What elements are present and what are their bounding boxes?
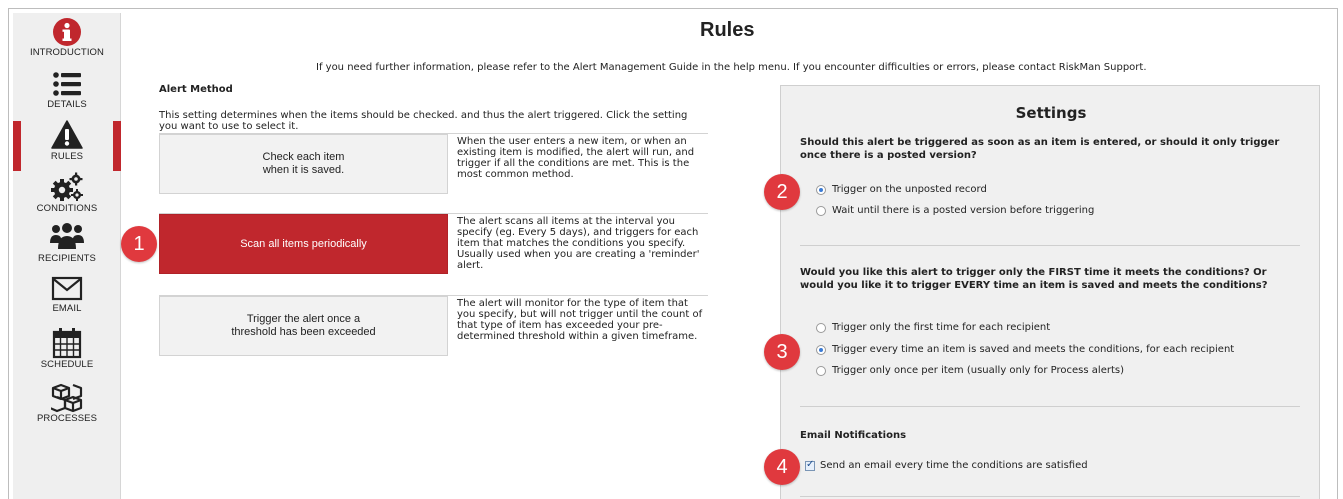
sidebar-item-label: RULES (50, 151, 84, 162)
sidebar-item-conditions[interactable]: CONDITIONS (13, 171, 121, 214)
cubes-icon (51, 383, 83, 413)
callout-badge-3: 3 (764, 334, 800, 370)
settings-title: Settings (1015, 104, 1087, 122)
radio-button[interactable] (816, 184, 826, 195)
option-description: The alert will monitor for the type of i… (457, 298, 703, 342)
help-info-text: If you need further information, please … (316, 62, 1147, 73)
sidebar-item-label: EMAIL (52, 303, 82, 314)
sidebar-item-label: RECIPIENTS (37, 253, 96, 264)
email-checkbox[interactable] (805, 459, 815, 471)
radio-label: Trigger only once per item (usually only… (832, 365, 1124, 376)
radio-label: Trigger every time an item is saved and … (832, 344, 1235, 355)
people-icon (50, 223, 84, 249)
option-label-line2: threshold has been exceeded (231, 326, 376, 338)
option-description: When the user enters a new item, or when… (457, 136, 695, 180)
radio-label: Wait until there is a posted version bef… (832, 205, 1095, 216)
callout-badge-1: 1 (121, 226, 157, 262)
alert-method-description: This setting determines when the items s… (159, 110, 688, 132)
option-label-line1: Check each item (262, 151, 345, 163)
radio-button[interactable] (816, 344, 826, 355)
settings-divider (800, 496, 1300, 497)
page-title: Rules (700, 19, 755, 41)
email-notifications-heading: Email Notifications (800, 430, 907, 441)
alert-method-option-scan-periodically: Scan all items periodically The alert sc… (159, 213, 708, 274)
option-description: The alert scans all items at the interva… (457, 216, 700, 271)
trigger-timing-question: Should this alert be triggered as soon a… (800, 137, 1280, 161)
trigger-threshold-button[interactable]: Trigger the alert once a threshold has b… (159, 296, 448, 356)
sidebar-item-rules[interactable]: RULES (13, 119, 121, 162)
trigger-frequency-question: Would you like this alert to trigger onl… (800, 267, 1268, 291)
sidebar: INTRODUCTION DETAILS RULES CONDITIONS RE… (13, 13, 121, 499)
settings-divider (800, 406, 1300, 407)
option-label-line2: when it is saved. (262, 164, 345, 176)
callout-badge-2: 2 (764, 174, 800, 210)
checkbox-label: Send an email every time the conditions … (820, 460, 1088, 471)
radio-button[interactable] (816, 365, 826, 376)
info-icon (53, 18, 81, 46)
settings-divider (800, 245, 1300, 246)
radio-label: Trigger on the unposted record (832, 184, 987, 195)
callout-badge-4: 4 (764, 449, 800, 485)
list-icon (53, 72, 81, 96)
sidebar-item-label: CONDITIONS (36, 203, 98, 214)
sidebar-item-processes[interactable]: PROCESSES (13, 383, 121, 424)
radio-first-time[interactable]: Trigger only the first time for each rec… (816, 322, 1050, 333)
sidebar-item-details[interactable]: DETAILS (13, 69, 121, 110)
radio-button[interactable] (816, 205, 826, 216)
sidebar-item-recipients[interactable]: RECIPIENTS (13, 221, 121, 264)
scan-all-items-button[interactable]: Scan all items periodically (159, 214, 448, 274)
sidebar-item-email[interactable]: EMAIL (13, 275, 121, 314)
sidebar-item-schedule[interactable]: SCHEDULE (13, 327, 121, 370)
gears-icon (51, 172, 83, 201)
sidebar-item-label: DETAILS (47, 99, 87, 110)
check-each-item-button[interactable]: Check each item when it is saved. (159, 134, 448, 194)
option-label-line1: Trigger the alert once a (246, 313, 361, 325)
envelope-icon (51, 276, 83, 301)
warning-icon (51, 120, 83, 149)
radio-wait-posted[interactable]: Wait until there is a posted version bef… (816, 205, 1094, 216)
radio-button[interactable] (816, 322, 826, 333)
radio-once-per-item[interactable]: Trigger only once per item (usually only… (816, 365, 1124, 376)
radio-every-time[interactable]: Trigger every time an item is saved and … (816, 344, 1234, 355)
settings-panel: Settings Should this alert be triggered … (780, 85, 1320, 499)
radio-label: Trigger only the first time for each rec… (832, 322, 1051, 333)
sidebar-item-label: SCHEDULE (40, 359, 94, 370)
sidebar-item-label: INTRODUCTION (29, 47, 105, 58)
alert-method-option-threshold: Trigger the alert once a threshold has b… (159, 295, 708, 356)
option-label-line1: Scan all items periodically (240, 237, 367, 250)
sidebar-item-introduction[interactable]: INTRODUCTION (13, 17, 121, 58)
sidebar-item-label: PROCESSES (36, 413, 98, 424)
email-checkbox-row[interactable]: Send an email every time the conditions … (805, 459, 1088, 471)
calendar-icon (52, 328, 82, 359)
alert-method-option-check-each: Check each item when it is saved. When t… (159, 133, 708, 194)
alert-method-heading: Alert Method (159, 84, 233, 95)
radio-trigger-unposted[interactable]: Trigger on the unposted record (816, 184, 987, 195)
